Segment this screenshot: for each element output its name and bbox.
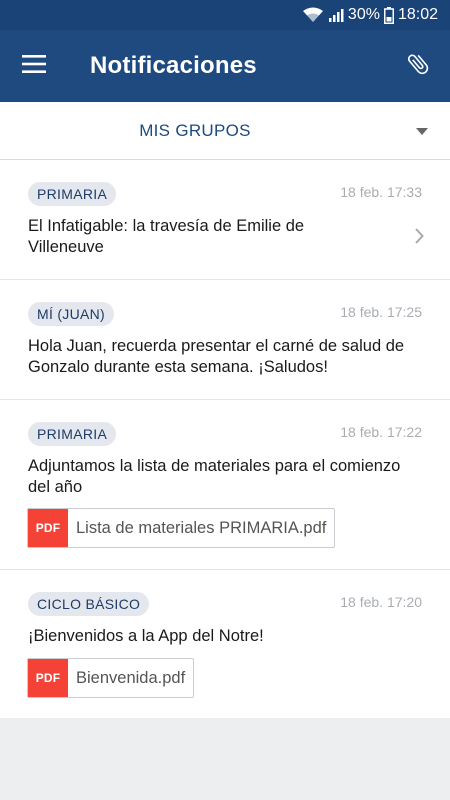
group-badge: MÍ (JUAN) [28,302,115,326]
group-selector[interactable]: MIS GRUPOS [0,102,450,160]
caret-down-icon [416,128,428,135]
notification-message: ¡Bienvenidos a la App del Notre! [28,627,264,645]
timestamp: 18 feb. 17:33 [340,184,422,200]
attachments-button[interactable] [398,46,438,86]
pdf-icon: PDF [28,509,68,547]
notification-message: El Infatigable: la travesía de Emilie de… [28,217,305,256]
notification-list: PRIMARIA 18 feb. 17:33 El Infatigable: l… [0,160,450,718]
attachment-name: Lista de materiales PRIMARIA.pdf [76,519,327,537]
notification-item[interactable]: CICLO BÁSICO 18 feb. 17:20 ¡Bienvenidos … [0,570,450,718]
notification-message: Hola Juan, recuerda presentar el carné d… [28,337,405,376]
notification-item[interactable]: MÍ (JUAN) 18 feb. 17:25 Hola Juan, recue… [0,280,450,400]
group-selector-label: MIS GRUPOS [139,121,251,140]
notification-item[interactable]: PRIMARIA 18 feb. 17:22 Adjuntamos la lis… [0,400,450,570]
clock: 18:02 [397,6,438,23]
group-badge: PRIMARIA [28,182,117,206]
notification-message: Adjuntamos la lista de materiales para e… [28,457,401,496]
page-title: Notificaciones [90,52,257,79]
timestamp: 18 feb. 17:20 [340,594,422,610]
status-bar: 30% 18:02 [0,0,450,30]
chevron-right-icon [414,228,424,249]
pdf-attachment[interactable]: PDF Lista de materiales PRIMARIA.pdf [27,508,336,548]
notification-item[interactable]: PRIMARIA 18 feb. 17:33 El Infatigable: l… [0,160,450,280]
attachment-name: Bienvenida.pdf [76,669,186,687]
app-bar: Notificaciones [0,30,450,102]
wifi-icon [302,7,324,23]
menu-button[interactable] [14,46,54,86]
battery-percent: 30% [347,6,380,23]
pdf-attachment[interactable]: PDF Bienvenida.pdf [27,658,195,698]
battery-icon [383,6,394,24]
signal-icon [328,7,344,23]
timestamp: 18 feb. 17:22 [340,424,422,440]
timestamp: 18 feb. 17:25 [340,304,422,320]
hamburger-icon [22,54,46,78]
group-badge: CICLO BÁSICO [28,592,150,616]
paperclip-icon [405,51,431,82]
pdf-icon: PDF [28,659,68,697]
group-badge: PRIMARIA [28,422,117,446]
